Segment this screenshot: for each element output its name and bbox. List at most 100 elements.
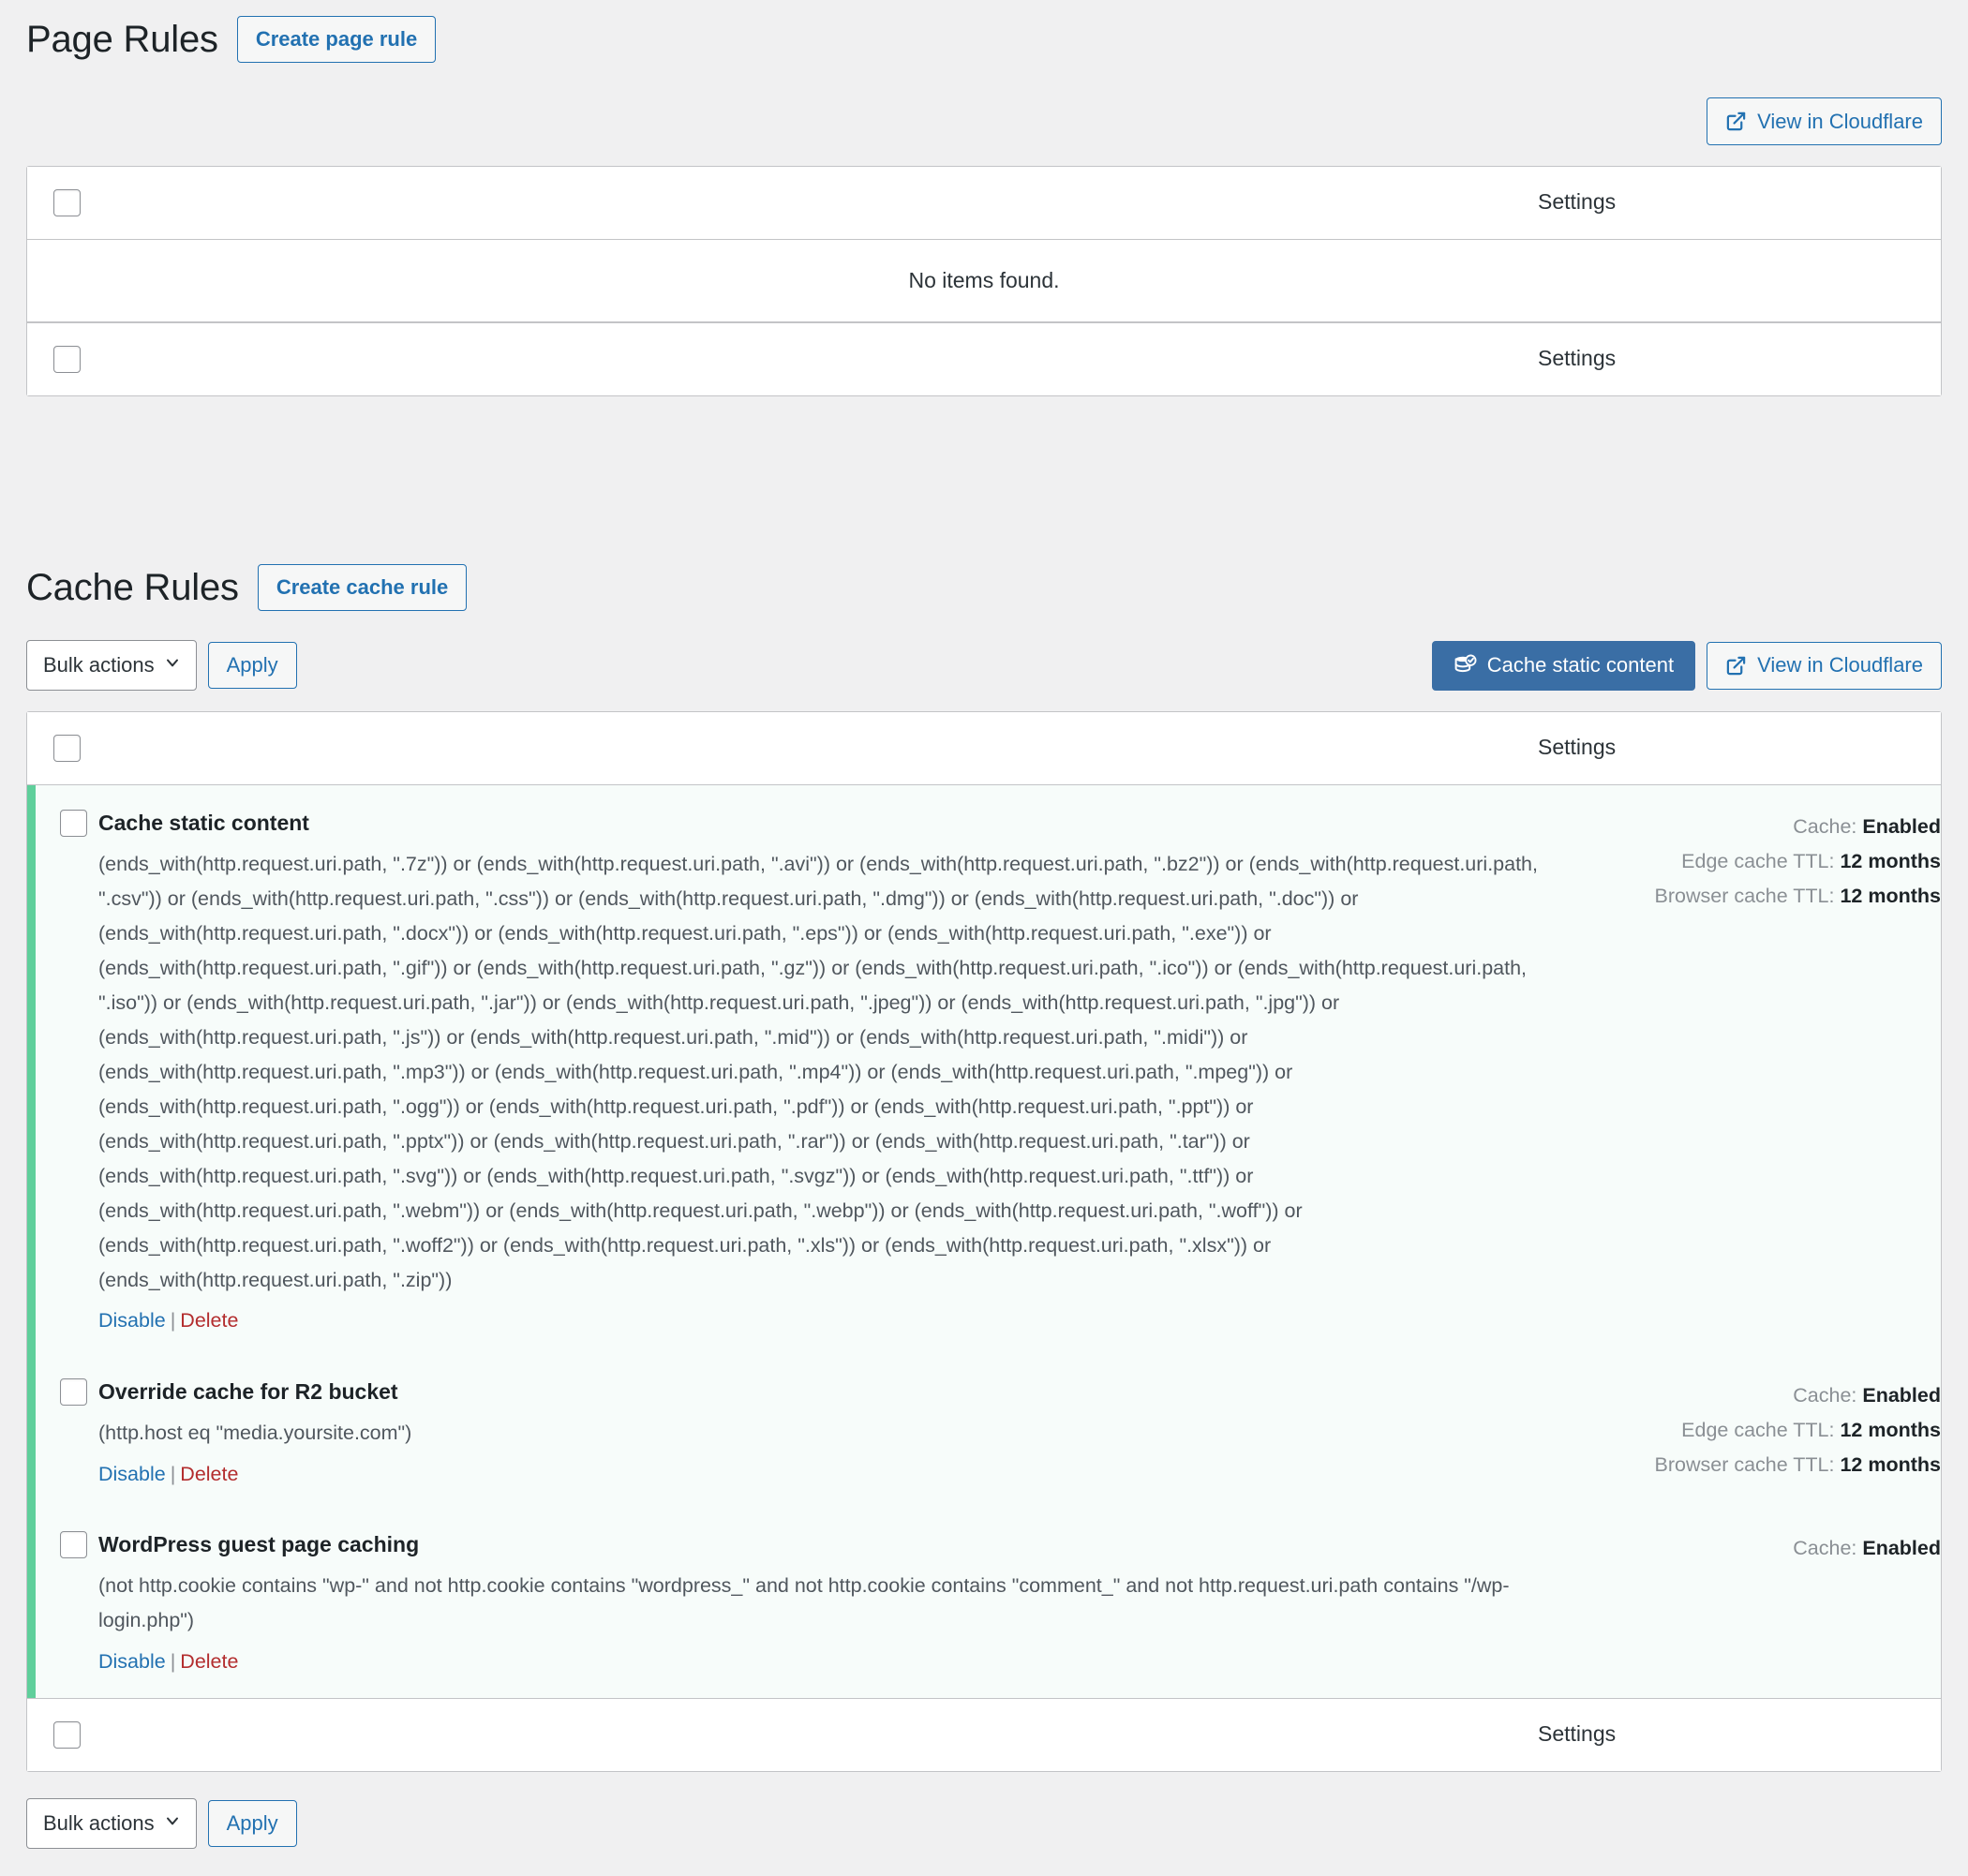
cache-static-content-label: Cache static content: [1486, 653, 1675, 677]
cache-rules-select-all-checkbox-footer[interactable]: [53, 1721, 81, 1749]
setting-value: 12 months: [1840, 849, 1941, 872]
page-rules-table-header: Settings: [27, 167, 1941, 240]
cache-rule-row-actions: Disable | Delete: [98, 1304, 1538, 1336]
setting-value: Enabled: [1862, 1383, 1941, 1407]
page-rules-select-all-cell-footer[interactable]: [27, 322, 98, 395]
page-rules-select-all-checkbox[interactable]: [53, 189, 81, 216]
cache-rule-name: Override cache for R2 bucket: [98, 1378, 398, 1404]
cache-rule-checkbox[interactable]: [60, 1531, 87, 1559]
cache-rules-view-in-cloudflare-button[interactable]: View in Cloudflare: [1707, 641, 1942, 690]
cache-rule-expression: (ends_with(http.request.uri.path, ".7z")…: [98, 852, 1538, 1291]
cache-rules-title: Cache Rules: [26, 567, 239, 608]
cache-rule-row-actions: Disable | Delete: [98, 1645, 1538, 1677]
external-link-icon: [1725, 111, 1747, 132]
page-rules-table-footer: Settings: [27, 322, 1941, 395]
cache-rule-expression: (not http.cookie contains "wp-" and not …: [98, 1574, 1510, 1631]
cache-rule-select-cell[interactable]: [27, 785, 98, 1358]
cache-rules-table-header: Settings: [27, 712, 1941, 785]
cache-rule-checkbox[interactable]: [60, 810, 87, 837]
cache-rules-select-all-checkbox[interactable]: [53, 735, 81, 762]
setting-label: Edge cache TTL:: [1681, 849, 1835, 872]
cache-rule-name: WordPress guest page caching: [98, 1532, 420, 1557]
database-check-icon: [1454, 654, 1477, 677]
setting-value: Enabled: [1862, 1537, 1941, 1560]
cache-rule-setting: Cache: Enabled: [1538, 810, 1941, 844]
cache-rule-settings-cell: Cache: Enabled: [1538, 1511, 1941, 1699]
cache-rule-row: Cache static content (ends_with(http.requ…: [27, 785, 1941, 1358]
cache-rule-select-cell[interactable]: [27, 1511, 98, 1699]
delete-link[interactable]: Delete: [180, 1309, 238, 1332]
page-rules-footer-settings: Settings: [1538, 322, 1941, 395]
page-rules-select-all-cell[interactable]: [27, 167, 98, 240]
page-rules-empty-message: No items found.: [27, 240, 1941, 322]
delete-link[interactable]: Delete: [180, 1463, 238, 1485]
cache-rules-select-all-cell-footer[interactable]: [27, 1698, 98, 1772]
page-rules-view-in-cloudflare-label: View in Cloudflare: [1757, 109, 1923, 133]
cache-rules-view-in-cloudflare-label: View in Cloudflare: [1757, 653, 1923, 677]
page-rules-empty-row: No items found.: [27, 240, 1941, 322]
page-rules-table: Settings No items found. Settings: [26, 166, 1942, 396]
cache-rules-table-footer: Settings: [27, 1698, 1941, 1772]
page-rules-header-name: [98, 167, 1538, 240]
create-cache-rule-button[interactable]: Create cache rule: [257, 564, 468, 611]
cache-rules-header: Cache Rules Create cache rule: [26, 563, 1942, 612]
cache-rules-footer-settings: Settings: [1538, 1698, 1941, 1772]
chevron-down-icon: [163, 1811, 182, 1836]
setting-value: Enabled: [1862, 815, 1941, 838]
cache-rules-select-all-cell[interactable]: [27, 712, 98, 785]
cache-rule-main-cell: Cache static content (ends_with(http.requ…: [98, 785, 1538, 1358]
setting-label: Browser cache TTL:: [1654, 1452, 1835, 1476]
disable-link[interactable]: Disable: [98, 1650, 166, 1673]
page-rules-title: Page Rules: [26, 19, 218, 60]
setting-label: Cache:: [1793, 1537, 1857, 1560]
chevron-down-icon: [163, 653, 182, 677]
page-rules-header: Page Rules Create page rule: [26, 0, 1942, 64]
disable-link[interactable]: Disable: [98, 1463, 166, 1485]
bulk-actions-select-bottom[interactable]: Bulk actions: [26, 1798, 197, 1850]
page-rules-view-in-cloudflare-button[interactable]: View in Cloudflare: [1707, 97, 1942, 145]
setting-label: Edge cache TTL:: [1681, 1418, 1835, 1441]
cache-rule-checkbox[interactable]: [60, 1377, 87, 1406]
cache-rule-setting: Browser cache TTL: 12 months: [1538, 1448, 1942, 1482]
cache-rule-settings-cell: Cache: Enabled Edge cache TTL: 12 months B…: [1538, 1357, 1942, 1511]
create-page-rule-button[interactable]: Create page rule: [236, 16, 437, 63]
setting-value: 12 months: [1840, 1452, 1941, 1476]
page-rules-select-all-checkbox-footer[interactable]: [53, 346, 81, 373]
page-root: Page Rules Create page rule View in Clou…: [0, 0, 1968, 1850]
cache-rules-footer-name: [98, 1698, 1538, 1772]
cache-rules-header-settings: Settings: [1538, 712, 1941, 785]
apply-button-top[interactable]: Apply: [207, 642, 297, 689]
cache-rule-row-actions: Disable | Delete: [98, 1458, 1538, 1490]
setting-value: 12 months: [1840, 884, 1941, 907]
cache-rule-row: Override cache for R2 bucket (http.host e…: [27, 1357, 1942, 1511]
delete-link[interactable]: Delete: [180, 1650, 238, 1673]
page-rules-header-settings: Settings: [1538, 167, 1941, 240]
cache-rule-setting: Cache: Enabled: [1538, 1378, 1941, 1413]
setting-label: Cache:: [1793, 1383, 1857, 1407]
cache-rule-row: WordPress guest page caching (not http.co…: [27, 1511, 1941, 1699]
cache-rule-select-cell[interactable]: [27, 1357, 98, 1511]
disable-link[interactable]: Disable: [98, 1309, 166, 1332]
bulk-actions-label-top: Bulk actions: [43, 653, 155, 677]
cache-rules-table: Settings Cache static content (ends_with(…: [26, 711, 1942, 1773]
cache-rule-setting: Edge cache TTL: 12 months: [1538, 1413, 1941, 1448]
cache-rule-expression: (http.host eq "media.yoursite.com"): [98, 1421, 412, 1444]
setting-value: 12 months: [1840, 1418, 1941, 1441]
action-separator: |: [170, 1649, 176, 1673]
cache-rule-settings-cell: Cache: Enabled Edge cache TTL: 12 months B…: [1538, 785, 1941, 1358]
cache-rules-toolbar-bottom: Bulk actions Apply: [26, 1798, 1942, 1850]
action-separator: |: [170, 1309, 176, 1333]
cache-static-content-button[interactable]: Cache static content: [1431, 640, 1696, 691]
bulk-actions-label-bottom: Bulk actions: [43, 1811, 155, 1836]
cache-rule-setting: Edge cache TTL: 12 months: [1538, 844, 1941, 879]
setting-label: Cache:: [1793, 815, 1857, 838]
cache-rules-header-name: [98, 712, 1538, 785]
setting-label: Browser cache TTL:: [1654, 884, 1835, 907]
page-rules-footer-name: [98, 322, 1538, 395]
bulk-actions-select-top[interactable]: Bulk actions: [26, 640, 197, 691]
apply-button-bottom[interactable]: Apply: [207, 1800, 297, 1848]
cache-rule-main-cell: Override cache for R2 bucket (http.host e…: [98, 1357, 1538, 1511]
page-rules-toolbar: View in Cloudflare: [26, 97, 1942, 145]
cache-rules-toolbar-top: Bulk actions Apply Cache static content: [26, 640, 1942, 691]
